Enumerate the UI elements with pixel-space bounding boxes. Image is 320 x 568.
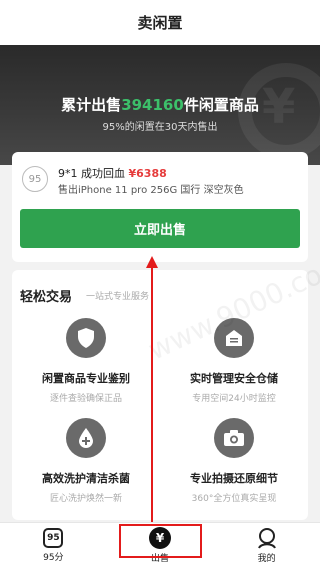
sell-tab-highlight-box bbox=[119, 524, 202, 558]
feature-title: 高效洗护清洁杀菌 bbox=[42, 472, 130, 485]
tab-label: 我的 bbox=[257, 554, 276, 564]
seller-info: 9*1 成功回血 bbox=[58, 167, 129, 180]
headline-suffix: 件闲置商品 bbox=[183, 96, 259, 114]
wash-drop-icon bbox=[66, 418, 106, 458]
sell-now-button[interactable]: 立即出售 bbox=[20, 209, 300, 248]
hero-headline: 累计出售394160件闲置商品 bbox=[0, 94, 320, 115]
sale-summary: 9*1 成功回血 ¥6388 bbox=[58, 165, 167, 181]
tab-95[interactable]: 95 95分 bbox=[0, 523, 107, 568]
feature-desc: 匠心洗护焕然一新 bbox=[49, 494, 122, 504]
brand-95-icon: 95 bbox=[22, 166, 48, 192]
shield-icon bbox=[66, 318, 106, 358]
sold-item-desc: 售出iPhone 11 pro 256G 国行 深空灰色 bbox=[58, 185, 244, 196]
feature-title: 专业拍摄还原细节 bbox=[190, 472, 278, 485]
feature-desc: 逐件查验确保正品 bbox=[49, 394, 122, 404]
services-subtitle: 一站式专业服务 bbox=[86, 292, 150, 302]
hero-subtitle: 95%的闲置在30天内售出 bbox=[102, 122, 218, 133]
feature-desc: 专用空间24小时监控 bbox=[192, 394, 276, 404]
hero-banner: ¥ 累计出售394160件闲置商品 95%的闲置在30天内售出 bbox=[0, 45, 320, 165]
feature-title: 闲置商品专业鉴别 bbox=[42, 372, 130, 385]
page-title: 卖闲置 bbox=[137, 14, 183, 32]
tab-profile[interactable]: 我的 bbox=[213, 523, 320, 568]
camera-icon bbox=[214, 418, 254, 458]
feature-cleaning: 高效洗护清洁杀菌 匠心洗护焕然一新 bbox=[12, 418, 160, 504]
headline-prefix: 累计出售 bbox=[61, 96, 122, 114]
services-title: 轻松交易 bbox=[20, 290, 73, 305]
feature-title: 实时管理安全仓储 bbox=[190, 372, 278, 385]
tab-label: 95分 bbox=[43, 553, 64, 563]
95-logo-icon: 95 bbox=[43, 528, 64, 548]
feature-desc: 360°全方位真实呈现 bbox=[191, 494, 277, 504]
profile-icon bbox=[257, 528, 276, 549]
feature-photography: 专业拍摄还原细节 360°全方位真实呈现 bbox=[160, 418, 308, 504]
sale-price: ¥6388 bbox=[128, 167, 167, 180]
recent-sale-card: 95 9*1 成功回血 ¥6388 售出iPhone 11 pro 256G 国… bbox=[12, 152, 308, 262]
title-bar: 卖闲置 bbox=[0, 0, 320, 45]
feature-authentication: 闲置商品专业鉴别 逐件查验确保正品 bbox=[12, 318, 160, 404]
sold-count: 394160 bbox=[121, 96, 184, 114]
